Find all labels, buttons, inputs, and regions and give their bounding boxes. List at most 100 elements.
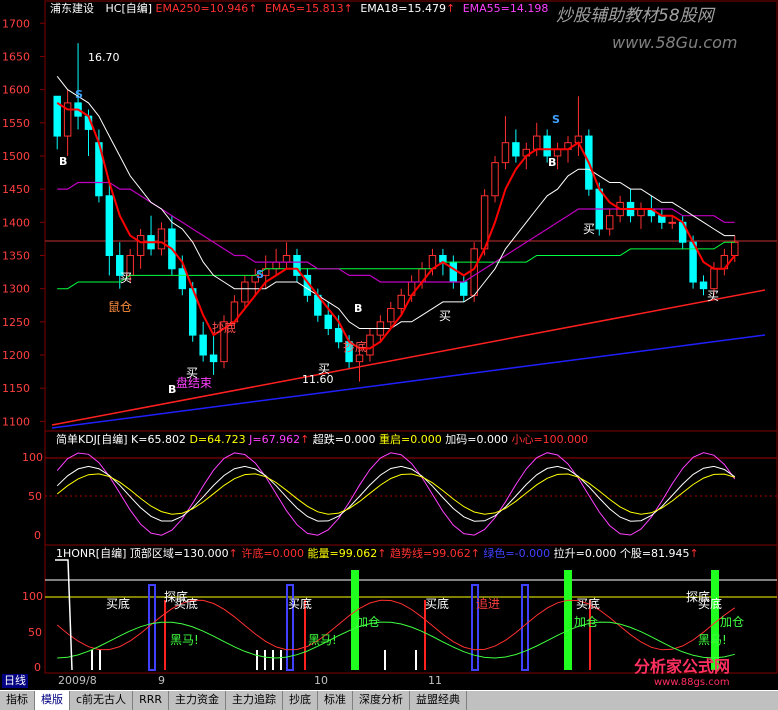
sell-mark-1: S xyxy=(75,88,83,101)
honr-maidi-4: 买底 xyxy=(425,597,450,611)
tab-chaodi[interactable]: 抄底 xyxy=(283,691,318,710)
buy-label-4: 买 xyxy=(439,309,452,323)
stock-name: 浦东建设 xyxy=(50,2,94,15)
ema55-label: EMA55=14.198 xyxy=(462,2,549,15)
price-tick-label: 1550 xyxy=(2,117,30,130)
candlesticks xyxy=(53,43,739,382)
tab-yimeng[interactable]: 益盟经典 xyxy=(410,691,467,710)
main-chart-svg[interactable]: 1700 1650 1600 1550 1500 1450 1400 1350 1300 1250… xyxy=(0,0,778,690)
candle-body xyxy=(397,294,405,310)
price-tick-label: 1700 xyxy=(2,17,30,30)
price-axis: 1700 1650 1600 1550 1500 1450 1400 1350 1300 1250… xyxy=(2,17,45,428)
tab-zhibiao[interactable]: 指标 xyxy=(0,691,35,710)
kdj-d: D=64.723 xyxy=(189,433,246,446)
kdj-jiama: 加码=0.000 xyxy=(445,433,508,446)
candle-body xyxy=(710,268,718,290)
honr-maidi-2: 买底 xyxy=(174,597,199,611)
date-label-nov: 11 xyxy=(428,674,442,687)
honr-tick-100: 100 xyxy=(22,590,43,603)
honr-zhuijin: 追进 xyxy=(476,597,501,611)
candle-body xyxy=(209,354,218,363)
price-tick-label: 1350 xyxy=(2,249,30,262)
kdj-xiaoxin: 小心=100.000 xyxy=(511,433,589,446)
price-tick-label: 1250 xyxy=(2,316,30,329)
candle-body xyxy=(605,215,614,230)
kdj-j-line xyxy=(56,452,736,536)
candle-body xyxy=(282,254,291,263)
kdj-j: J=67.962 xyxy=(249,433,301,446)
candle-body xyxy=(543,135,551,157)
candle-body xyxy=(53,95,61,137)
ema250-label: EMA250=10.946 xyxy=(155,2,249,15)
buy-mark-1: B xyxy=(59,155,68,168)
tab-moban[interactable]: 模版 xyxy=(35,691,70,710)
period-daily-button[interactable]: 日线 xyxy=(2,674,28,688)
ema18-arrow: ↑ xyxy=(446,2,456,15)
honr-arrow-2: ↑ xyxy=(377,547,387,560)
honr-arrow-3: ↑ xyxy=(470,547,480,560)
stock-chart-window[interactable]: 1700 1650 1600 1550 1500 1450 1400 1350 1300 1250… xyxy=(0,0,778,709)
kdj-d-line xyxy=(56,473,735,515)
honr-energy-line xyxy=(57,621,735,659)
ema18-label: EMA18=15.479 xyxy=(360,2,446,15)
kdj-pane-border xyxy=(44,430,778,546)
mouse-cang-label: 鼠仓 xyxy=(108,300,133,314)
price-tick-label: 1500 xyxy=(2,150,30,163)
kdj-name[interactable]: 简单KDJ[自编] xyxy=(56,433,128,446)
watermark-bottom-url: www.88gs.com xyxy=(654,677,730,688)
tab-shendu[interactable]: 深度分析 xyxy=(353,691,410,710)
honr-arrow-1: ↑ xyxy=(228,547,238,560)
tab-biaozhun[interactable]: 标准 xyxy=(318,691,353,710)
honr-lines xyxy=(45,559,777,671)
honr-heima-3: 黑马! xyxy=(698,633,727,647)
price-tick-label: 1650 xyxy=(2,50,30,63)
honr-nengliang: 能量=99.062 xyxy=(307,547,378,560)
candle-body xyxy=(272,261,280,270)
candle-body xyxy=(199,334,207,356)
tab-zhuli-zijin[interactable]: 主力资金 xyxy=(169,691,226,710)
kdj-chongqi: 重启=0.000 xyxy=(379,433,442,446)
pane-formula[interactable]: HC[自编] xyxy=(106,2,153,15)
indicator-tab-bar: 指标 模版 c前无古人 RRR 主力资金 主力追踪 抄底 标准 深度分析 益盟经… xyxy=(0,690,778,710)
honr-spike-line xyxy=(55,559,73,671)
price-tick-label: 1100 xyxy=(2,415,30,428)
watermark-bottom: 分析家公式网 xyxy=(634,657,731,676)
tab-zhuli-zhuizong[interactable]: 主力追踪 xyxy=(226,691,283,710)
tab-rrr[interactable]: RRR xyxy=(133,691,169,710)
ema5-label: EMA5=15.813 xyxy=(264,2,344,15)
honr-green-bar xyxy=(564,570,572,670)
honr-tick-50: 50 xyxy=(28,626,42,639)
honr-jiacang-2: 加仓 xyxy=(574,615,599,629)
candle-body xyxy=(241,281,249,303)
honr-dingbu: 顶部区域=130.000 xyxy=(129,547,229,560)
candle-body xyxy=(366,334,374,356)
long-trend-red-line xyxy=(51,289,766,426)
kdj-chaodie: 超跌=0.000 xyxy=(312,433,376,446)
honr-gegu: 个股=81.945 xyxy=(619,547,690,560)
chaodi-label-1: 抄底 xyxy=(212,321,237,335)
long-trend-blue-line xyxy=(51,334,766,429)
honr-qushixian: 趋势线=99.062 xyxy=(389,547,471,560)
honr-blue-bar xyxy=(148,584,156,671)
honr-xudi: 许底=0.000 xyxy=(241,547,305,560)
candle-body xyxy=(355,354,364,363)
honr-header: 1HONR[自编] 顶部区域=130.000↑ 许底=0.000 能量=99.0… xyxy=(56,547,699,561)
buy-label-6: 买 xyxy=(707,289,720,303)
honr-name[interactable]: 1HONR[自编] xyxy=(56,547,126,560)
candle-body xyxy=(105,195,114,256)
candle-body xyxy=(512,142,520,157)
candle-body xyxy=(324,314,332,329)
candle-body xyxy=(157,228,166,250)
candle-body xyxy=(460,281,468,296)
candle-body xyxy=(668,221,676,224)
kdj-tick-0: 0 xyxy=(34,529,41,542)
honr-tick-0: 0 xyxy=(34,661,41,674)
tab-qianwu[interactable]: c前无古人 xyxy=(70,691,134,710)
kdj-lines xyxy=(45,452,777,536)
watermark-top: 炒股辅助教材58股网 xyxy=(556,6,714,26)
candle-body xyxy=(491,162,499,197)
buy-mark-3: B xyxy=(354,302,363,315)
honr-maidi-3: 买底 xyxy=(288,597,313,611)
candle-body xyxy=(637,208,645,217)
buy-label-2: 买 xyxy=(186,366,199,380)
